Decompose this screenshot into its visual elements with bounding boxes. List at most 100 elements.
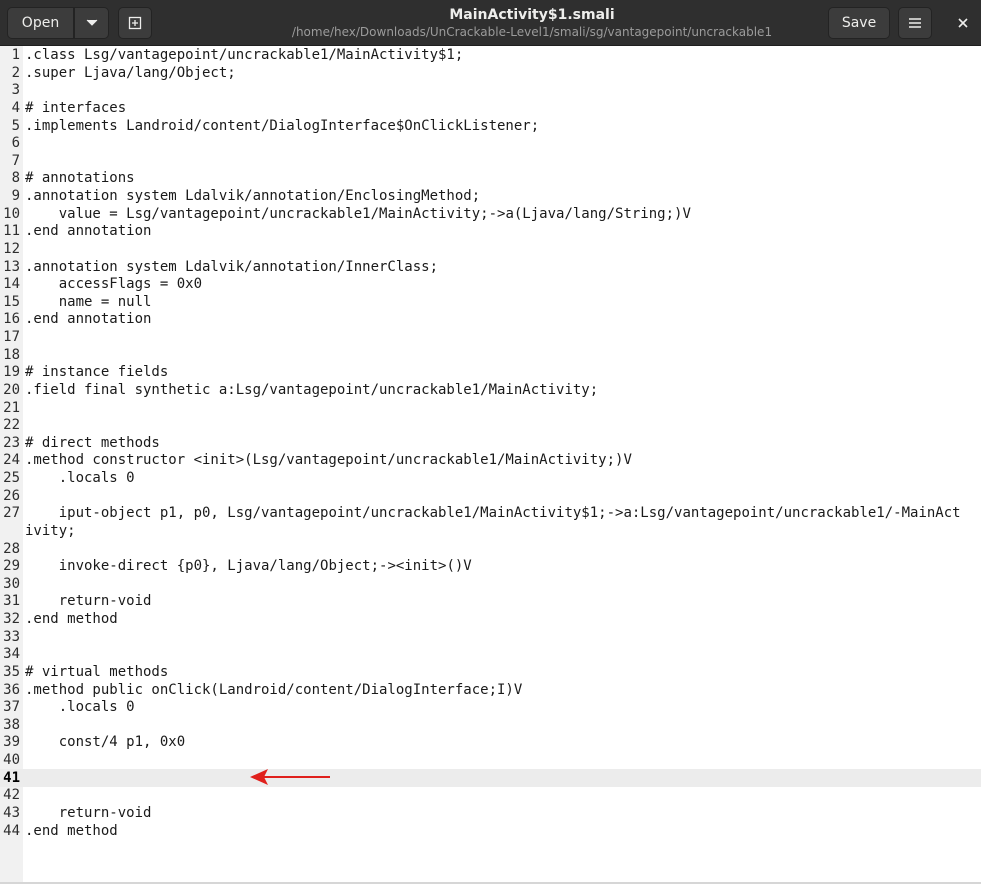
line-text[interactable]: .end annotation	[25, 311, 981, 329]
line-text[interactable]: .annotation system Ldalvik/annotation/En…	[25, 188, 981, 206]
line-text[interactable]: .method public onClick(Landroid/content/…	[25, 682, 981, 700]
line-text[interactable]: invoke-direct {p0}, Ljava/lang/Object;->…	[25, 558, 981, 576]
line-text[interactable]: .field final synthetic a:Lsg/vantagepoin…	[25, 382, 981, 400]
code-line[interactable]: 11 .end annotation	[0, 223, 981, 241]
code-line[interactable]: 38	[0, 717, 981, 735]
new-tab-button[interactable]	[118, 7, 152, 39]
code-line[interactable]: 34	[0, 646, 981, 664]
line-text[interactable]: .end method	[25, 823, 981, 841]
code-line[interactable]: 35 # virtual methods	[0, 664, 981, 682]
code-line[interactable]: 7	[0, 153, 981, 171]
line-text[interactable]: accessFlags = 0x0	[25, 276, 981, 294]
line-text[interactable]	[25, 241, 981, 259]
line-text[interactable]: return-void	[25, 805, 981, 823]
code-line[interactable]: 24 .method constructor <init>(Lsg/vantage…	[0, 452, 981, 470]
line-text[interactable]: .super Ljava/lang/Object;	[25, 65, 981, 83]
code-line[interactable]: 25 .locals 0	[0, 470, 981, 488]
code-line[interactable]: 8 # annotations	[0, 170, 981, 188]
line-text[interactable]	[25, 541, 981, 559]
line-number: 37	[3, 699, 20, 716]
hamburger-icon	[909, 18, 921, 28]
line-text[interactable]: .class Lsg/vantagepoint/uncrackable1/Mai…	[25, 47, 981, 65]
line-text[interactable]: # interfaces	[25, 100, 981, 118]
code-line[interactable]: 28	[0, 541, 981, 559]
code-line[interactable]: 39 const/4 p1, 0x0	[0, 734, 981, 752]
code-line[interactable]: 20 .field final synthetic a:Lsg/vantagepo…	[0, 382, 981, 400]
open-menu-button[interactable]	[74, 7, 109, 39]
code-line[interactable]: 17	[0, 329, 981, 347]
code-line[interactable]: 41	[0, 770, 981, 788]
code-line[interactable]: 16 .end annotation	[0, 311, 981, 329]
line-text[interactable]	[25, 752, 981, 770]
code-line[interactable]: 1 .class Lsg/vantagepoint/uncrackable1/Ma…	[0, 47, 981, 65]
line-text[interactable]	[25, 347, 981, 365]
code-line[interactable]: 42	[0, 787, 981, 805]
code-line[interactable]: 3	[0, 82, 981, 100]
window-close-button[interactable]	[950, 9, 976, 37]
line-text[interactable]: .end annotation	[25, 223, 981, 241]
code-line[interactable]: 14 accessFlags = 0x0	[0, 276, 981, 294]
line-text[interactable]: # virtual methods	[25, 664, 981, 682]
annotation-arrow	[250, 769, 330, 785]
code-line[interactable]: 21	[0, 400, 981, 418]
line-text[interactable]: .annotation system Ldalvik/annotation/In…	[25, 259, 981, 277]
line-text[interactable]: # instance fields	[25, 364, 981, 382]
code-line[interactable]: 5 .implements Landroid/content/DialogInte…	[0, 118, 981, 136]
line-text[interactable]	[25, 717, 981, 735]
code-line[interactable]: 10 value = Lsg/vantagepoint/uncrackable1…	[0, 206, 981, 224]
code-line[interactable]: 18	[0, 347, 981, 365]
code-line[interactable]: 27 iput-object p1, p0, Lsg/vantagepoint/…	[0, 505, 981, 540]
code-line[interactable]: 40	[0, 752, 981, 770]
code-line[interactable]: 33	[0, 629, 981, 647]
code-line[interactable]: 15 name = null	[0, 294, 981, 312]
line-text[interactable]: name = null	[25, 294, 981, 312]
line-text[interactable]: const/4 p1, 0x0	[25, 734, 981, 752]
code-line[interactable]: 37 .locals 0	[0, 699, 981, 717]
line-text[interactable]: .locals 0	[25, 699, 981, 717]
code-line[interactable]: 36 .method public onClick(Landroid/conten…	[0, 682, 981, 700]
code-line[interactable]: 44 .end method	[0, 823, 981, 841]
text-editor[interactable]: 1 .class Lsg/vantagepoint/uncrackable1/Ma…	[0, 46, 981, 882]
line-text[interactable]: iput-object p1, p0, Lsg/vantagepoint/unc…	[25, 505, 981, 540]
code-line[interactable]: 6	[0, 135, 981, 153]
line-text[interactable]	[25, 646, 981, 664]
line-text[interactable]	[25, 787, 981, 805]
line-text[interactable]	[25, 329, 981, 347]
line-text[interactable]	[25, 417, 981, 435]
code-line[interactable]: 13 .annotation system Ldalvik/annotation/…	[0, 259, 981, 277]
main-menu-button[interactable]	[898, 7, 932, 39]
code-line[interactable]: 26	[0, 488, 981, 506]
open-button[interactable]: Open	[7, 7, 74, 39]
line-text[interactable]: return-void	[25, 593, 981, 611]
line-text[interactable]	[25, 135, 981, 153]
line-text[interactable]	[25, 153, 981, 171]
code-line[interactable]: 4 # interfaces	[0, 100, 981, 118]
line-text[interactable]: .end method	[25, 611, 981, 629]
code-line[interactable]: 2 .super Ljava/lang/Object;	[0, 65, 981, 83]
code-lines[interactable]: 1 .class Lsg/vantagepoint/uncrackable1/Ma…	[0, 47, 981, 840]
code-line[interactable]: 29 invoke-direct {p0}, Ljava/lang/Object…	[0, 558, 981, 576]
line-text[interactable]	[25, 770, 981, 788]
line-text[interactable]	[25, 400, 981, 418]
line-text[interactable]	[25, 576, 981, 594]
line-text[interactable]: .locals 0	[25, 470, 981, 488]
code-line[interactable]: 32 .end method	[0, 611, 981, 629]
line-text[interactable]	[25, 82, 981, 100]
line-text[interactable]: # direct methods	[25, 435, 981, 453]
code-line[interactable]: 43 return-void	[0, 805, 981, 823]
line-text[interactable]: value = Lsg/vantagepoint/uncrackable1/Ma…	[25, 206, 981, 224]
code-line[interactable]: 12	[0, 241, 981, 259]
line-text[interactable]: # annotations	[25, 170, 981, 188]
code-line[interactable]: 19 # instance fields	[0, 364, 981, 382]
line-text[interactable]: .implements Landroid/content/DialogInter…	[25, 118, 981, 136]
line-text[interactable]	[25, 488, 981, 506]
code-line[interactable]: 31 return-void	[0, 593, 981, 611]
line-text[interactable]	[25, 629, 981, 647]
save-button[interactable]: Save	[828, 7, 890, 39]
code-line[interactable]: 23 # direct methods	[0, 435, 981, 453]
line-number: 17	[3, 329, 20, 345]
line-text[interactable]: .method constructor <init>(Lsg/vantagepo…	[25, 452, 981, 470]
code-line[interactable]: 30	[0, 576, 981, 594]
code-line[interactable]: 9 .annotation system Ldalvik/annotation/E…	[0, 188, 981, 206]
code-line[interactable]: 22	[0, 417, 981, 435]
